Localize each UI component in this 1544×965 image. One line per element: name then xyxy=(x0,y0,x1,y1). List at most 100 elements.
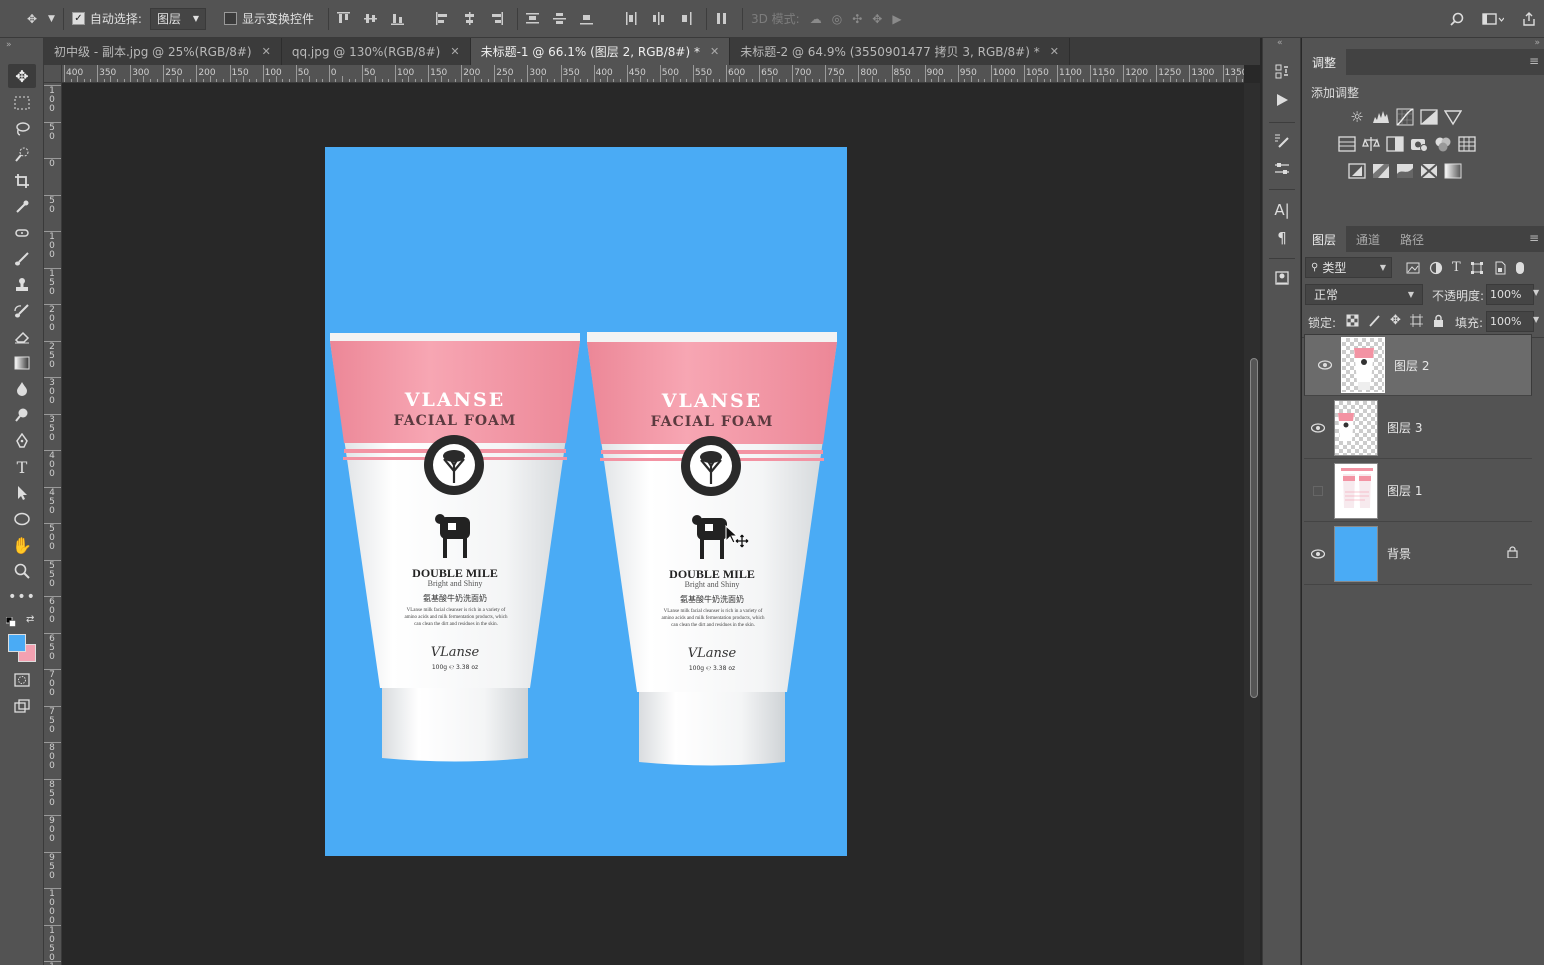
screen-mode-button[interactable] xyxy=(8,694,36,718)
chevron-down-icon[interactable]: ▼ xyxy=(1533,315,1539,324)
lock-artboard-icon[interactable] xyxy=(1409,314,1423,327)
quick-select-tool[interactable] xyxy=(8,143,36,167)
type-tool[interactable]: T xyxy=(8,455,36,479)
tab-channels[interactable]: 通道 xyxy=(1346,226,1390,252)
character-panel-button[interactable]: A| xyxy=(1269,198,1295,222)
horizontal-ruler[interactable]: 400 350 300 250 200 150 100 50 0 50 100 150 200 250 30… xyxy=(62,65,1244,83)
more-tools[interactable]: ••• xyxy=(8,585,36,609)
distribute-left-icon[interactable] xyxy=(625,12,638,25)
blend-mode-dropdown[interactable]: 正常 ▼ xyxy=(1305,284,1423,305)
3d-slide-icon[interactable]: ✥ xyxy=(872,12,882,26)
close-icon[interactable]: ✕ xyxy=(710,45,719,58)
workspace-icon[interactable] xyxy=(1482,12,1504,26)
vibrance-icon[interactable] xyxy=(1444,108,1462,126)
path-select-tool[interactable] xyxy=(8,481,36,505)
filter-toggle-icon[interactable] xyxy=(1515,261,1524,274)
move-tool[interactable]: ✥ xyxy=(8,64,36,88)
product-tube-right[interactable]: VLANSE FACIAL FOAM DOUBLE MILE Bright an… xyxy=(587,332,837,768)
align-hcenter-icon[interactable] xyxy=(463,12,476,25)
3d-pan-icon[interactable]: ✣ xyxy=(852,12,862,26)
3d-rotate-icon[interactable]: ☁ xyxy=(810,12,822,26)
distribute-right-icon[interactable] xyxy=(679,12,692,25)
image-filter-icon[interactable] xyxy=(1406,261,1420,275)
tab-doc-3[interactable]: 未标题-1 @ 66.1% (图层 2, RGB/8#) * ✕ xyxy=(470,38,731,65)
visibility-eye-icon[interactable] xyxy=(1304,548,1332,559)
product-tube-left[interactable]: VLANSE FACIAL FOAM DOUBLE MILE Bright an… xyxy=(330,333,580,765)
properties-panel-button[interactable] xyxy=(1269,157,1295,181)
lock-transparent-icon[interactable] xyxy=(1346,314,1359,327)
vertical-scrollbar[interactable] xyxy=(1244,83,1260,965)
collapse-icon[interactable]: » xyxy=(6,40,12,50)
auto-select-target-dropdown[interactable]: 图层 ▼ xyxy=(149,7,206,30)
hand-tool[interactable]: ✋ xyxy=(8,533,36,557)
dodge-tool[interactable] xyxy=(8,403,36,427)
align-vcenter-icon[interactable] xyxy=(363,12,377,25)
curves-icon[interactable] xyxy=(1396,107,1414,126)
3d-panel-button[interactable] xyxy=(1269,266,1295,290)
default-colors-icon[interactable] xyxy=(5,616,16,630)
selective-color-icon[interactable] xyxy=(1420,162,1438,180)
gradient-map-icon[interactable] xyxy=(1444,162,1462,180)
history-panel-button[interactable] xyxy=(1269,60,1295,84)
marquee-tool[interactable] xyxy=(8,91,36,115)
levels-icon[interactable] xyxy=(1372,108,1390,126)
actions-panel-button[interactable] xyxy=(1269,88,1295,112)
history-brush-tool[interactable] xyxy=(8,299,36,323)
auto-align-icon[interactable] xyxy=(715,12,728,25)
collapse-icon[interactable]: « xyxy=(1277,38,1283,48)
posterize-icon[interactable] xyxy=(1372,162,1390,180)
stamp-tool[interactable] xyxy=(8,273,36,297)
adjustment-filter-icon[interactable] xyxy=(1429,261,1443,275)
tab-paths[interactable]: 路径 xyxy=(1390,226,1434,252)
tab-adjustments[interactable]: 调整 xyxy=(1302,49,1347,75)
channel-mixer-icon[interactable] xyxy=(1434,135,1452,153)
layer-filter-dropdown[interactable]: ⚲ 类型 ▼ xyxy=(1305,257,1392,278)
vertical-ruler[interactable]: 100 50 0 50 100 150 200 250 300 350 400 450 500 550 60… xyxy=(44,83,62,965)
threshold-icon[interactable] xyxy=(1396,162,1414,180)
foreground-color-swatch[interactable] xyxy=(8,634,26,652)
3d-scale-icon[interactable]: ▶ xyxy=(892,12,901,26)
distribute-vcenter-icon[interactable] xyxy=(552,12,566,25)
layer-row[interactable]: 背景 xyxy=(1304,523,1532,585)
align-bottom-icon[interactable] xyxy=(390,12,404,25)
close-icon[interactable]: ✕ xyxy=(1050,45,1059,58)
zoom-tool[interactable] xyxy=(8,559,36,583)
3d-roll-icon[interactable]: ◎ xyxy=(832,12,842,26)
tab-layers[interactable]: 图层 xyxy=(1302,226,1347,252)
align-left-icon[interactable] xyxy=(435,12,449,25)
photo-filter-icon[interactable] xyxy=(1410,135,1428,153)
distribute-bottom-icon[interactable] xyxy=(579,12,593,25)
distribute-top-icon[interactable] xyxy=(525,12,539,25)
visibility-eye-icon[interactable] xyxy=(1304,422,1332,433)
smart-object-filter-icon[interactable] xyxy=(1493,261,1507,275)
paragraph-panel-button[interactable]: ¶ xyxy=(1269,226,1295,250)
shape-filter-icon[interactable] xyxy=(1470,261,1484,275)
auto-select-checkbox[interactable]: ✓ xyxy=(71,12,85,25)
lasso-tool[interactable] xyxy=(8,117,36,141)
eyedropper-tool[interactable] xyxy=(8,195,36,219)
eraser-tool[interactable] xyxy=(8,325,36,349)
fill-input[interactable]: 100% xyxy=(1486,311,1534,332)
lock-paint-icon[interactable] xyxy=(1368,314,1381,327)
crop-tool[interactable] xyxy=(8,169,36,193)
lock-all-icon[interactable] xyxy=(1432,314,1445,327)
tab-doc-2[interactable]: qq.jpg @ 130%(RGB/8#) ✕ xyxy=(282,38,471,65)
gradient-tool[interactable] xyxy=(8,351,36,375)
swap-colors-icon[interactable]: ⇄ xyxy=(26,614,34,625)
expand-icon[interactable]: » xyxy=(1534,38,1540,48)
panel-menu-icon[interactable]: ≡ xyxy=(1529,54,1539,68)
align-top-icon[interactable] xyxy=(336,12,350,25)
show-transform-checkbox[interactable] xyxy=(223,12,237,25)
search-icon[interactable] xyxy=(1450,12,1464,26)
align-right-icon[interactable] xyxy=(490,12,503,25)
ellipse-tool[interactable] xyxy=(8,507,36,531)
brush-tool[interactable] xyxy=(8,247,36,271)
healing-tool[interactable] xyxy=(8,221,36,245)
layer-row[interactable]: 图层 3 xyxy=(1304,397,1532,459)
move-tool-icon[interactable]: ✥ xyxy=(22,12,42,26)
panel-menu-icon[interactable]: ≡ xyxy=(1529,231,1539,245)
close-icon[interactable]: ✕ xyxy=(450,45,459,58)
visibility-toggle-empty[interactable] xyxy=(1304,485,1332,496)
pen-tool[interactable] xyxy=(8,429,36,453)
layer-row[interactable]: 图层 1 xyxy=(1304,460,1532,522)
